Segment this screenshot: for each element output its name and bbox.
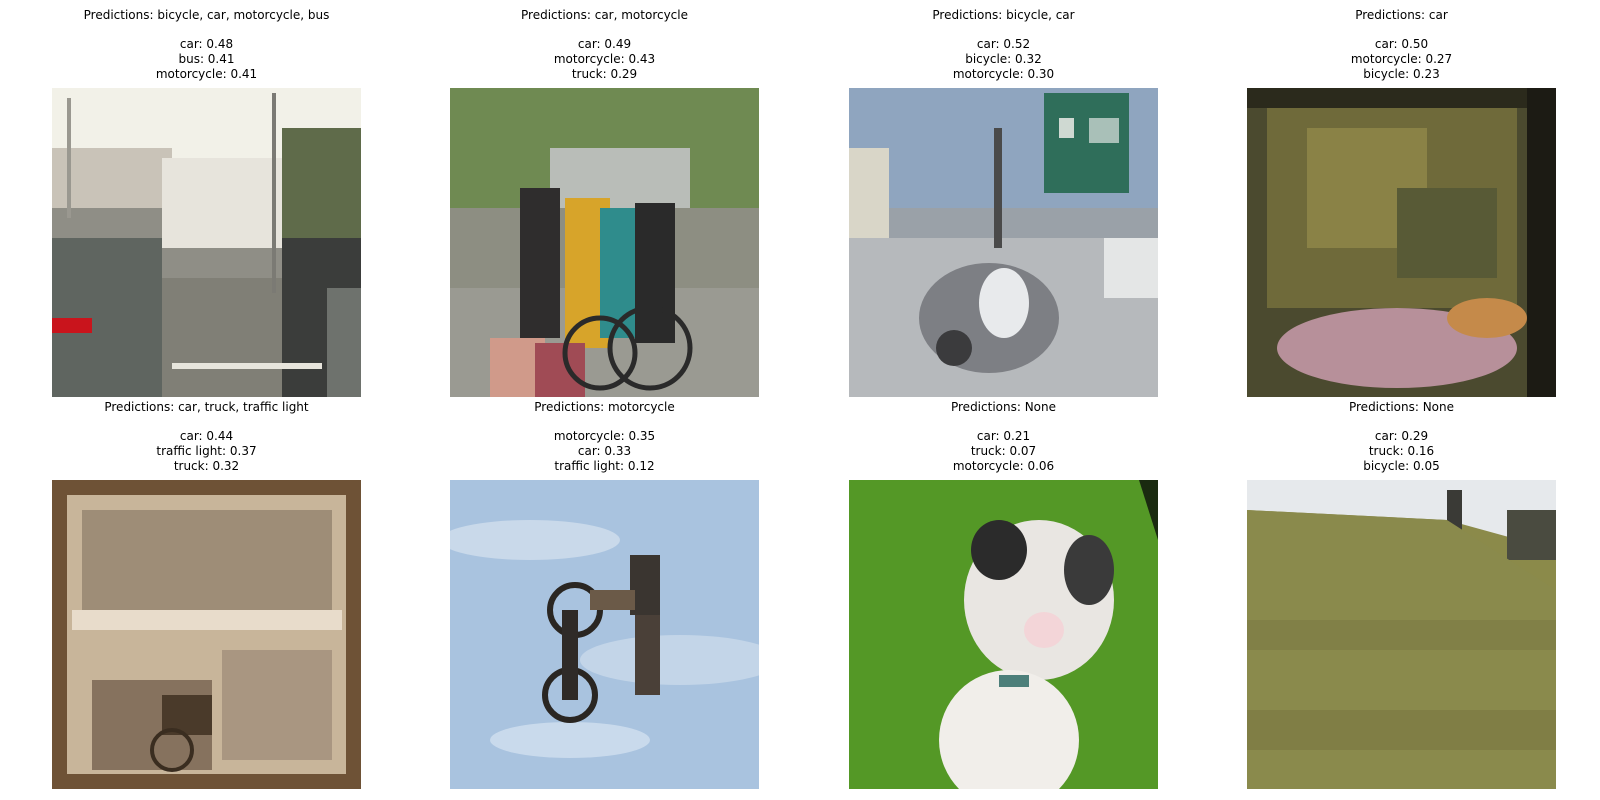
prediction-panel: Predictions: car, motorcycle car: 0.49 m… — [450, 8, 759, 82]
score-line: truck: 0.32 — [173, 459, 240, 473]
score-list: motorcycle: 0.35 car: 0.33 traffic light… — [450, 429, 759, 474]
street-traffic-image — [52, 88, 361, 397]
score-line: truck: 0.29 — [571, 67, 638, 81]
score-line: motorcycle: 0.27 — [1350, 52, 1453, 66]
score-list: car: 0.50 motorcycle: 0.27 bicycle: 0.23 — [1247, 37, 1556, 82]
score-line: car: 0.44 — [179, 429, 234, 443]
predictions-title: Predictions: car — [1355, 8, 1448, 22]
score-line: car: 0.49 — [577, 37, 632, 51]
street-with-sign-image — [849, 88, 1158, 397]
predictions-title: Predictions: car, motorcycle — [521, 8, 688, 22]
score-line: car: 0.52 — [976, 37, 1031, 51]
prediction-panel: Predictions: bicycle, car car: 0.52 bicy… — [849, 8, 1158, 82]
score-line: bicycle: 0.32 — [965, 52, 1042, 66]
score-list: car: 0.49 motorcycle: 0.43 truck: 0.29 — [450, 37, 759, 82]
score-line: bicycle: 0.05 — [1363, 459, 1440, 473]
score-line: motorcycle: 0.43 — [553, 52, 656, 66]
grassy-hill-image — [1247, 480, 1556, 789]
score-line: car: 0.48 — [179, 37, 234, 51]
prediction-panel: Predictions: bicycle, car, motorcycle, b… — [52, 8, 361, 82]
score-line: car: 0.29 — [1374, 429, 1429, 443]
score-line: traffic light: 0.12 — [554, 459, 655, 473]
predictions-title: Predictions: car, truck, traffic light — [104, 400, 309, 414]
predictions-title: Predictions: None — [1348, 400, 1455, 414]
score-list: car: 0.29 truck: 0.16 bicycle: 0.05 — [1247, 429, 1556, 474]
prediction-panel: Predictions: None car: 0.21 truck: 0.07 … — [849, 400, 1158, 474]
score-line: truck: 0.07 — [970, 444, 1037, 458]
score-list: car: 0.52 bicycle: 0.32 motorcycle: 0.30 — [849, 37, 1158, 82]
score-line: traffic light: 0.37 — [156, 444, 257, 458]
score-list: car: 0.48 bus: 0.41 motorcycle: 0.41 — [52, 37, 361, 82]
sepia-rider-image — [52, 480, 361, 789]
predictions-title: Predictions: motorcycle — [534, 400, 675, 414]
prediction-panel: Predictions: motorcycle motorcycle: 0.35… — [450, 400, 759, 474]
forest-flowers-image — [1247, 88, 1556, 397]
score-line: car: 0.21 — [976, 429, 1031, 443]
score-line: car: 0.50 — [1374, 37, 1429, 51]
score-line: motorcycle: 0.30 — [952, 67, 1055, 81]
cat-on-grass-image — [849, 480, 1158, 789]
score-list: car: 0.21 truck: 0.07 motorcycle: 0.06 — [849, 429, 1158, 474]
people-with-bicycles-image — [450, 88, 759, 397]
score-line: motorcycle: 0.41 — [155, 67, 258, 81]
prediction-panel: Predictions: None car: 0.29 truck: 0.16 … — [1247, 400, 1556, 474]
score-line: truck: 0.16 — [1368, 444, 1435, 458]
predictions-title: Predictions: bicycle, car — [932, 8, 1075, 22]
prediction-panel: Predictions: car car: 0.50 motorcycle: 0… — [1247, 8, 1556, 82]
score-line: bus: 0.41 — [178, 52, 235, 66]
predictions-title: Predictions: None — [950, 400, 1057, 414]
predictions-title: Predictions: bicycle, car, motorcycle, b… — [83, 8, 330, 22]
score-list: car: 0.44 traffic light: 0.37 truck: 0.3… — [52, 429, 361, 474]
score-line: motorcycle: 0.06 — [952, 459, 1055, 473]
sky-jump-image — [450, 480, 759, 789]
score-line: car: 0.33 — [577, 444, 632, 458]
score-line: motorcycle: 0.35 — [553, 429, 656, 443]
prediction-panel: Predictions: car, truck, traffic light c… — [52, 400, 361, 474]
score-line: bicycle: 0.23 — [1363, 67, 1440, 81]
